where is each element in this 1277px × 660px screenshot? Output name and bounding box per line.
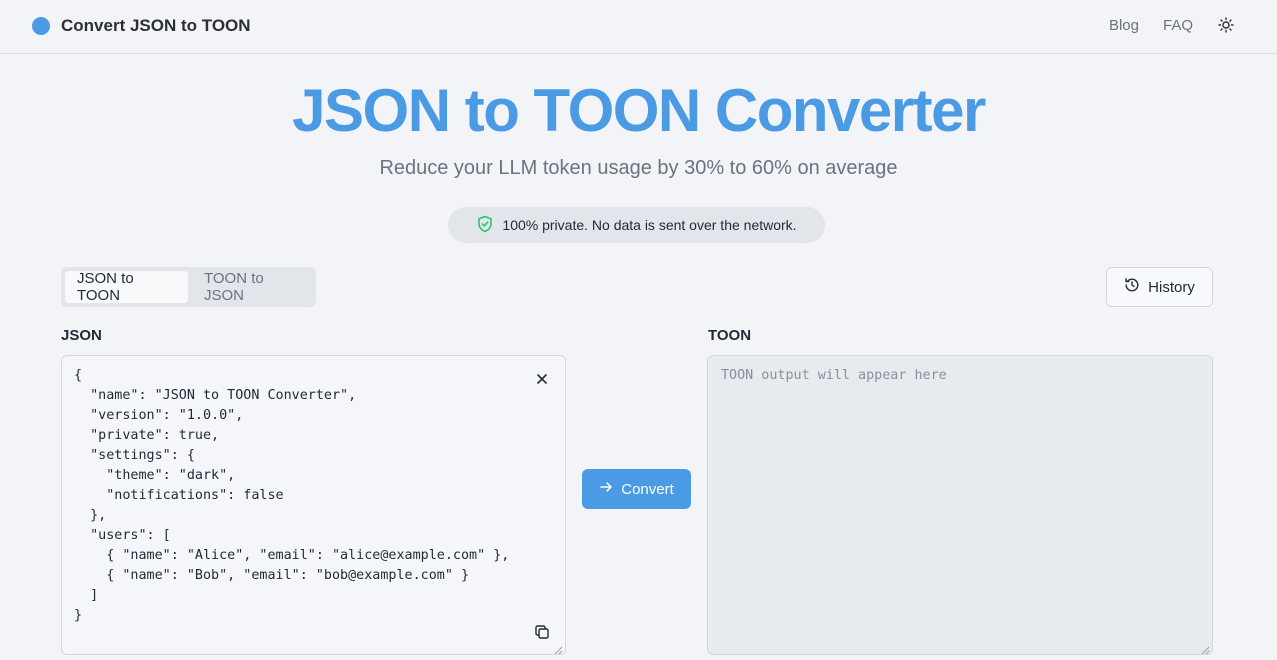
json-input-text[interactable]: { "name": "JSON to TOON Converter", "ver… <box>74 366 534 626</box>
toon-panel-label: TOON <box>708 327 752 344</box>
privacy-badge: 100% private. No data is sent over the n… <box>448 207 825 243</box>
toon-output-placeholder: TOON output will appear here <box>721 368 947 383</box>
copy-icon[interactable] <box>533 623 551 641</box>
sun-icon[interactable] <box>1217 16 1235 34</box>
tab-json-to-toon[interactable]: JSON to TOON <box>65 270 188 304</box>
resize-handle-icon[interactable] <box>553 642 563 655</box>
close-icon[interactable] <box>535 372 549 386</box>
brand[interactable]: Convert JSON to TOON <box>32 16 251 36</box>
toon-output[interactable]: TOON output will appear here <box>707 355 1213 655</box>
top-nav: Blog FAQ <box>1109 16 1235 34</box>
resize-handle-icon[interactable] <box>1200 642 1210 655</box>
convert-button-label: Convert <box>621 480 674 498</box>
brand-title: Convert JSON to TOON <box>61 16 251 35</box>
nav-faq-link[interactable]: FAQ <box>1163 17 1193 34</box>
mode-toggle: JSON to TOON TOON to JSON <box>61 267 316 307</box>
top-header: Convert JSON to TOON Blog FAQ <box>0 0 1277 54</box>
json-input[interactable]: { "name": "JSON to TOON Converter", "ver… <box>61 355 566 655</box>
history-button[interactable]: History <box>1106 267 1213 307</box>
brand-logo-icon <box>32 17 50 35</box>
json-panel-label: JSON <box>61 327 102 344</box>
nav-blog-link[interactable]: Blog <box>1109 17 1139 34</box>
convert-button[interactable]: Convert <box>582 469 691 509</box>
tab-toon-to-json[interactable]: TOON to JSON <box>192 270 312 304</box>
page-title: JSON to TOON Converter <box>292 77 986 144</box>
shield-check-icon <box>476 215 494 236</box>
page-subtitle: Reduce your LLM token usage by 30% to 60… <box>379 157 898 179</box>
history-button-label: History <box>1148 278 1195 296</box>
privacy-badge-text: 100% private. No data is sent over the n… <box>502 217 797 233</box>
arrow-right-icon <box>599 480 613 498</box>
history-icon <box>1124 277 1140 297</box>
